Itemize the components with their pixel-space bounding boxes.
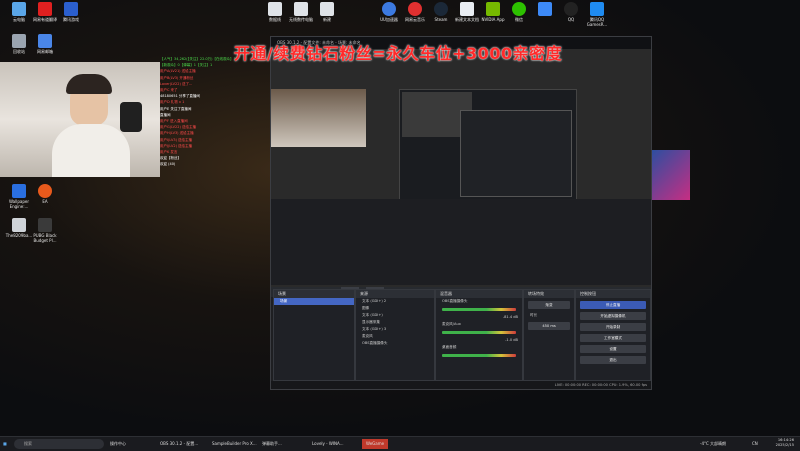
stop-streaming-button[interactable]: 停止直播: [580, 301, 646, 309]
taskbar-app-wegame[interactable]: WeGame: [362, 439, 389, 449]
wallpaper-engine-icon: [12, 184, 26, 198]
plane-icon: [538, 2, 552, 16]
text-document-icon: [460, 2, 474, 16]
audio-mixer-dock: 混音器 OBS直播摄像头 -81.4 dB 麦克风/Aux -1.0 dB 桌面…: [435, 289, 523, 381]
obs-preview[interactable]: 未选择源 属性 滤镜: [271, 49, 651, 297]
taskbar-app[interactable]: 弹幕助手...: [262, 439, 282, 449]
settings-button[interactable]: 设置: [580, 345, 646, 353]
transition-select[interactable]: 渐变: [528, 301, 570, 309]
ea-icon: [38, 184, 52, 198]
wechat-icon: [512, 2, 526, 16]
promo-banner: 开通/续费钻石粉丝=永久车位+3000亲密度: [233, 44, 563, 63]
desktop-icon-new[interactable]: 新建: [310, 2, 344, 22]
desktop-icon-qq-games[interactable]: 腾讯QQ GamesR...: [580, 2, 614, 27]
file-icon: [12, 218, 26, 232]
qq-games-icon: [590, 2, 604, 16]
desktop-icon-ea[interactable]: EA: [28, 184, 62, 204]
taskbar-app[interactable]: Lovely - WINA...: [312, 439, 344, 449]
mail-icon: [38, 34, 52, 48]
cloud-pc-icon: [12, 2, 26, 16]
mixer-track-name: 麦克风/Aux: [442, 322, 461, 326]
volume-meter[interactable]: [442, 308, 516, 311]
taskbar-app-obs[interactable]: OBS 30.1.2 - 配置...: [160, 439, 198, 449]
controls-dock: 控制按钮 停止直播 开始虚拟摄像机 开始录制 工作室模式 设置 退出: [575, 289, 651, 381]
start-virtual-camera-button[interactable]: 开始虚拟摄像机: [580, 312, 646, 320]
obs-status-bar: LIVE: 00:00:00 REC: 00:00:00 CPU: 1.9%, …: [271, 381, 651, 389]
webcam-feed: [0, 62, 160, 177]
studio-mode-button[interactable]: 工作室模式: [580, 334, 646, 342]
desktop-icon-tencent-games[interactable]: 腾讯游戏: [54, 2, 88, 22]
source-item[interactable]: OBS直播摄像头: [356, 340, 434, 347]
taskbar: ■ 搜索 操作中心 OBS 30.1.2 - 配置... SampleBuild…: [0, 436, 800, 451]
source-item[interactable]: 麦克风: [356, 333, 434, 340]
scene-item[interactable]: 场景: [274, 298, 354, 305]
mixer-track-name: 桌面音频: [442, 345, 457, 349]
youdao-icon: [38, 2, 52, 16]
start-button[interactable]: ■: [3, 439, 11, 449]
input-method[interactable]: CN: [752, 439, 758, 449]
mixer-track-db: -1.0 dB: [505, 338, 518, 342]
clock[interactable]: 16:14:26 2025/2/15: [776, 438, 794, 448]
source-item[interactable]: 文本 (GDI+): [356, 312, 434, 319]
duration-input[interactable]: 450 ms: [528, 322, 570, 330]
taskbar-search[interactable]: 搜索: [14, 439, 104, 449]
file-icon: [320, 2, 334, 16]
source-item[interactable]: 显示器采集: [356, 319, 434, 326]
volume-meter[interactable]: [442, 331, 516, 334]
scene-transitions-dock: 转场特效 渐变 时长 450 ms: [523, 289, 575, 381]
nvidia-icon: [486, 2, 500, 16]
taskbar-app[interactable]: 操作中心: [110, 439, 126, 449]
duration-label: 时长: [530, 313, 538, 317]
volume-meter[interactable]: [442, 354, 516, 357]
exit-button[interactable]: 退出: [580, 356, 646, 364]
danmaku-chat: 【人气】34,262(【关注】22.0万)【在线观众】10 【新观众】0【弹幕】…: [160, 57, 238, 167]
mixer-track-name: OBS直播摄像头: [442, 299, 468, 303]
netease-music-icon: [408, 2, 422, 16]
taskbar-app[interactable]: SampleBuilder Pro X...: [212, 439, 257, 449]
desktop-icon-pubg[interactable]: PUBG Black Budget Pl...: [28, 218, 62, 243]
nested-obs-preview: [399, 89, 577, 201]
weather[interactable]: -4°C 大部晴朗: [700, 439, 726, 449]
mixer-track-db: -81.4 dB: [502, 315, 518, 319]
scenes-dock: 场景 场景: [273, 289, 355, 381]
side-window-preview[interactable]: [650, 150, 690, 200]
tencent-games-icon: [64, 2, 78, 16]
recycle-bin-icon: [12, 34, 26, 48]
qq-icon: [564, 2, 578, 16]
start-recording-button[interactable]: 开始录制: [580, 323, 646, 331]
file-icon: [294, 2, 308, 16]
file-icon: [268, 2, 282, 16]
source-item[interactable]: 图像: [356, 305, 434, 312]
sources-dock: 来源 文本 (GDI+) 2 图像 文本 (GDI+) 显示器采集 文本 (GD…: [355, 289, 435, 381]
uu-icon: [382, 2, 396, 16]
pubg-icon: [38, 218, 52, 232]
windows-icon: ■: [3, 441, 7, 446]
source-item[interactable]: 文本 (GDI+) 3: [356, 326, 434, 333]
source-item[interactable]: 文本 (GDI+) 2: [356, 298, 434, 305]
desktop-icon-mail[interactable]: 网易邮箱: [28, 34, 62, 54]
steam-icon: [434, 2, 448, 16]
obs-window[interactable]: OBS 30.1.2 - 配置文件: 未命名 - 场景: 未命名 未选择源 属性…: [270, 36, 652, 390]
preview-webcam: [271, 89, 366, 147]
